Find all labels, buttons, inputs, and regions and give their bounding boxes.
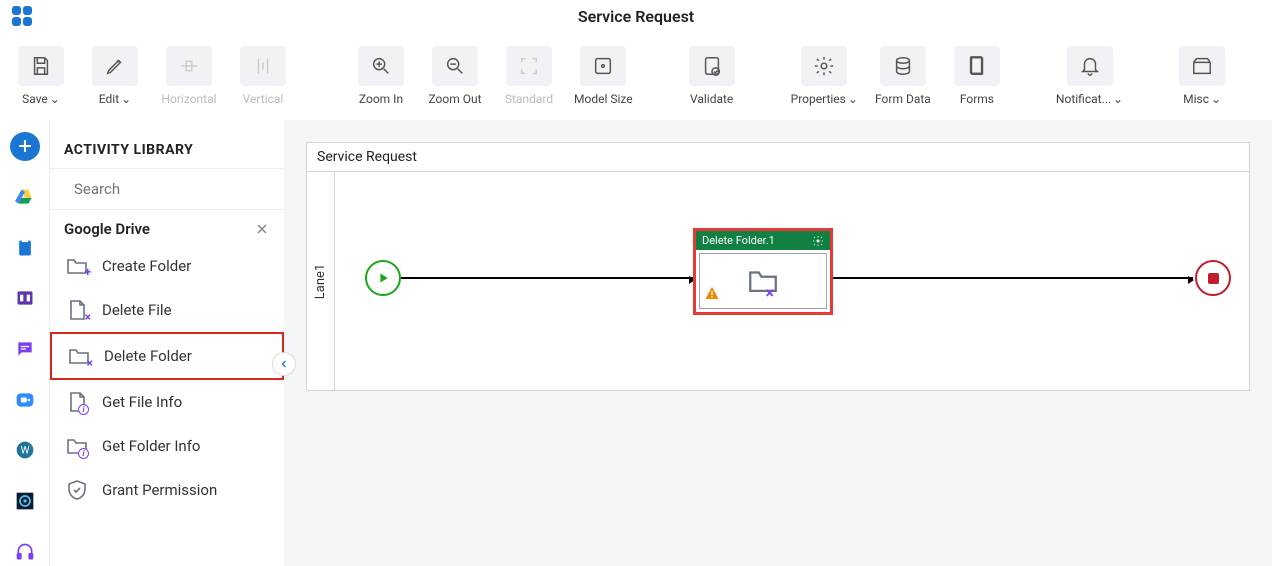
lane-body[interactable]: Delete Folder.1 ×	[335, 172, 1249, 390]
close-icon[interactable]	[254, 221, 270, 237]
rail-video[interactable]	[10, 385, 40, 414]
chevron-down-icon: ⌄	[1113, 92, 1123, 106]
misc-icon	[1179, 46, 1225, 86]
shield-icon	[64, 478, 90, 502]
rail-chat[interactable]	[10, 335, 40, 364]
toolbar-horizontal[interactable]: Horizontal	[154, 42, 224, 110]
chevron-down-icon: ⌄	[848, 92, 858, 106]
gear-icon[interactable]	[812, 235, 824, 247]
toolbar-form-data[interactable]: Form Data	[868, 42, 938, 110]
zoom-out-icon	[432, 46, 478, 86]
search-row	[50, 168, 284, 210]
apps-icon[interactable]	[8, 2, 36, 30]
title-bar: Service Request	[0, 0, 1272, 32]
folder-icon: ×	[66, 344, 92, 368]
rail-headset[interactable]	[10, 537, 40, 566]
toolbar-forms[interactable]: Forms	[942, 42, 1012, 110]
rail-target[interactable]	[10, 487, 40, 516]
toolbar-zoom-in[interactable]: Zoom In	[346, 42, 416, 110]
toolbar-notifications[interactable]: Notificat...⌄	[1050, 42, 1129, 110]
search-input[interactable]	[74, 180, 273, 198]
library-item-delete-file[interactable]: × Delete File	[50, 288, 284, 332]
folder-icon: i	[64, 434, 90, 458]
warning-icon	[704, 285, 720, 305]
toolbar-validate[interactable]: Validate	[677, 42, 747, 110]
x-badge-icon: ×	[766, 283, 775, 302]
align-vertical-icon	[240, 46, 286, 86]
rail-google-drive[interactable]	[10, 183, 40, 212]
rail-clipboard[interactable]	[10, 233, 40, 262]
standard-zoom-icon	[506, 46, 552, 86]
chevron-down-icon: ⌄	[121, 92, 131, 106]
validate-icon	[689, 46, 735, 86]
toolbar-model-size[interactable]: Model Size	[568, 42, 639, 110]
file-icon: ×	[64, 298, 90, 322]
rail-add[interactable]	[10, 132, 40, 161]
rail-wordpress[interactable]: W	[10, 436, 40, 465]
toolbar-properties[interactable]: Properties⌄	[785, 42, 864, 110]
chevron-down-icon: ⌄	[1211, 92, 1221, 106]
page-title: Service Request	[578, 7, 694, 26]
activity-library: ACTIVITY LIBRARY Google Drive + Create F…	[50, 120, 284, 566]
activity-header: Delete Folder.1	[696, 231, 830, 250]
chevron-down-icon: ⌄	[50, 92, 60, 106]
svg-text:W: W	[20, 446, 29, 457]
library-item-delete-folder[interactable]: × Delete Folder	[50, 332, 284, 380]
database-icon	[880, 46, 926, 86]
toolbar-misc[interactable]: Misc⌄	[1167, 42, 1237, 110]
zoom-in-icon	[358, 46, 404, 86]
collapse-sidebar-button[interactable]	[272, 352, 296, 376]
library-header: ACTIVITY LIBRARY	[50, 120, 284, 168]
activity-node-delete-folder[interactable]: Delete Folder.1 ×	[693, 228, 833, 315]
start-node[interactable]	[365, 260, 401, 296]
library-item-create-folder[interactable]: + Create Folder	[50, 244, 284, 288]
lane-label: Lane1	[307, 172, 335, 390]
folder-icon	[744, 264, 782, 298]
model-size-icon	[580, 46, 626, 86]
process-canvas[interactable]: Service Request Lane1 Delete Folder.1	[306, 142, 1250, 391]
folder-icon: +	[64, 254, 90, 278]
rail-layout[interactable]	[10, 284, 40, 313]
edit-icon	[92, 46, 138, 86]
connector	[401, 277, 694, 279]
save-icon	[18, 46, 64, 86]
toolbar-zoom-out[interactable]: Zoom Out	[420, 42, 490, 110]
bell-icon	[1067, 46, 1113, 86]
toolbar-vertical[interactable]: Vertical	[228, 42, 298, 110]
end-node[interactable]	[1195, 260, 1231, 296]
library-item-get-folder-info[interactable]: i Get Folder Info	[50, 424, 284, 468]
form-icon	[954, 46, 1000, 86]
canvas-wrapper: Service Request Lane1 Delete Folder.1	[284, 120, 1272, 566]
file-icon: i	[64, 390, 90, 414]
connector	[833, 277, 1193, 279]
align-horizontal-icon	[166, 46, 212, 86]
toolbar-standard[interactable]: Standard	[494, 42, 564, 110]
toolbar: Save⌄ Edit⌄ Horizontal Vertical Zoom In …	[0, 32, 1272, 120]
library-group-header: Google Drive	[50, 210, 284, 244]
library-item-grant-permission[interactable]: Grant Permission	[50, 468, 284, 512]
app-rail: W	[0, 120, 50, 566]
toolbar-save[interactable]: Save⌄	[6, 42, 76, 110]
toolbar-edit[interactable]: Edit⌄	[80, 42, 150, 110]
library-item-get-file-info[interactable]: i Get File Info	[50, 380, 284, 424]
canvas-title: Service Request	[307, 143, 1249, 172]
gear-icon	[801, 46, 847, 86]
